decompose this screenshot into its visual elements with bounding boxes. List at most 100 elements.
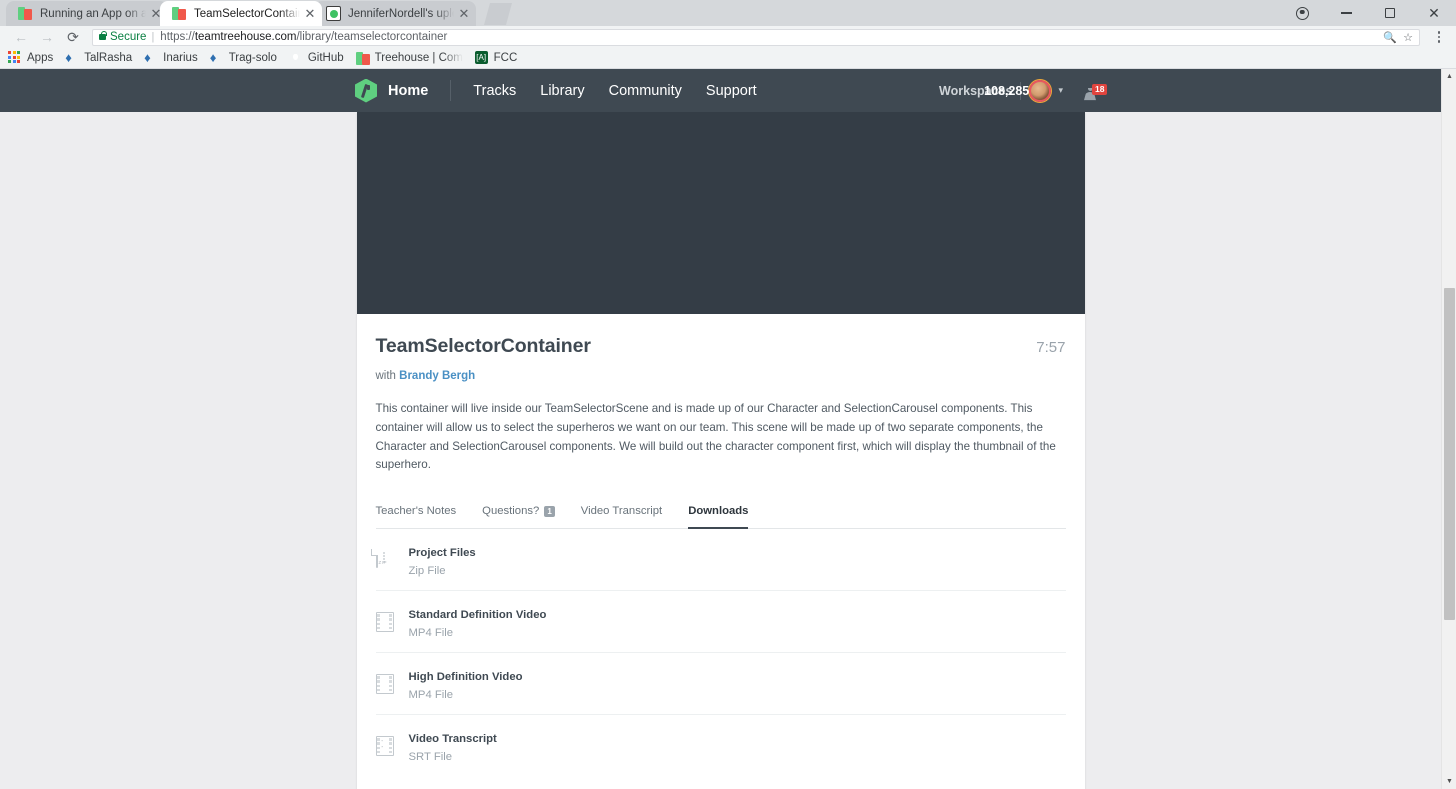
browser-menu-icon[interactable] bbox=[1430, 26, 1448, 48]
browser-tab-1[interactable]: TeamSelectorContainer | ✕ bbox=[160, 1, 322, 26]
list-item[interactable]: Standard Definition Video MP4 File bbox=[375, 591, 1066, 654]
omnibox-divider: | bbox=[151, 31, 155, 43]
url-domain: teamtreehouse.com bbox=[194, 31, 297, 43]
address-bar[interactable]: Secure | https://teamtreehouse.com/libra… bbox=[92, 28, 1420, 46]
title-row: TeamSelectorContainer 7:57 bbox=[376, 335, 1066, 358]
browser-tab-0[interactable]: Running an App on a De ✕ bbox=[6, 1, 168, 26]
youtube-favicon bbox=[326, 6, 341, 21]
page-scrollbar[interactable]: ▲ ▼ bbox=[1441, 69, 1456, 789]
bookmark-label: Trag-solo bbox=[228, 52, 277, 64]
url-path: /library/teamselectorcontainer bbox=[296, 31, 448, 43]
freecodecamp-icon: [A] bbox=[474, 51, 488, 64]
treehouse-favicon bbox=[18, 6, 33, 21]
notification-badge: 18 bbox=[1092, 83, 1108, 95]
maximize-button[interactable] bbox=[1368, 0, 1412, 26]
tab-title: Running an App on a De bbox=[40, 7, 146, 20]
bookmark-label: Inarius bbox=[163, 52, 198, 64]
content-tabs: Teacher's Notes Questions? 1 Video Trans… bbox=[375, 505, 1066, 530]
video-player[interactable] bbox=[356, 112, 1085, 314]
bookmark-star-icon[interactable]: ☆ bbox=[1403, 31, 1413, 44]
tab-label: Video Transcript bbox=[580, 505, 663, 518]
tab-teachers-notes[interactable]: Teacher's Notes bbox=[376, 505, 457, 528]
download-type: MP4 File bbox=[408, 689, 454, 702]
security-label: Secure bbox=[110, 31, 147, 43]
tab-downloads[interactable]: Downloads bbox=[688, 505, 749, 530]
close-window-button[interactable]: ✕ bbox=[1412, 0, 1456, 26]
url-text: https://teamtreehouse.com/library/teamse… bbox=[160, 31, 447, 43]
bookmark-label: TalRasha bbox=[84, 52, 133, 64]
profile-icon[interactable] bbox=[1280, 0, 1324, 26]
header-right-cluster: Workspaces 108,285 ▾ 18 bbox=[939, 79, 1441, 102]
browser-window: Running an App on a De ✕ TeamSelectorCon… bbox=[0, 0, 1456, 789]
back-icon[interactable]: ← bbox=[8, 26, 34, 48]
download-text: High Definition Video MP4 File bbox=[409, 667, 523, 701]
instructor-link[interactable]: Brandy Bergh bbox=[399, 370, 475, 382]
tab-questions[interactable]: Questions? 1 bbox=[482, 505, 555, 528]
scroll-down-arrow[interactable]: ▼ bbox=[1442, 774, 1456, 789]
tab-title: JenniferNordell's uploads bbox=[348, 7, 454, 20]
bookmark-trag-solo[interactable]: ♦ Trag-solo bbox=[210, 51, 277, 65]
list-item[interactable]: ZIP Project Files Zip File bbox=[375, 529, 1066, 592]
page-title: TeamSelectorContainer bbox=[375, 335, 591, 357]
treehouse-logo[interactable] bbox=[355, 78, 377, 103]
zip-file-icon: ZIP bbox=[375, 548, 395, 571]
scrollbar-thumb[interactable] bbox=[1444, 288, 1455, 620]
nav-item-home[interactable]: Home bbox=[388, 83, 428, 99]
browser-tab-2[interactable]: JenniferNordell's uploads ✕ bbox=[314, 1, 476, 26]
url-scheme: https:// bbox=[160, 31, 195, 43]
window-controls: ✕ bbox=[1280, 0, 1456, 26]
browser-toolbar: ← → ⟳ Secure | https://teamtreehouse.com… bbox=[0, 26, 1456, 48]
minimize-button[interactable] bbox=[1324, 0, 1368, 26]
bookmark-treehouse-community[interactable]: Treehouse | Commun bbox=[356, 51, 463, 65]
close-icon[interactable]: ✕ bbox=[456, 6, 472, 22]
card-body: TeamSelectorContainer 7:57 with Brandy B… bbox=[357, 314, 1085, 789]
diablo-icon: ♦ bbox=[209, 50, 217, 65]
list-item[interactable]: “” Video Transcript SRT File bbox=[375, 715, 1066, 776]
bookmarks-bar: Apps ♦ TalRasha ♦ Inarius ♦ Trag-solo Gi… bbox=[0, 48, 1456, 69]
tab-label: Downloads bbox=[688, 505, 749, 518]
bookmark-github[interactable]: GitHub bbox=[289, 51, 344, 65]
treehouse-favicon bbox=[356, 51, 370, 65]
tab-title: TeamSelectorContainer | bbox=[194, 7, 300, 20]
zoom-out-icon[interactable]: 🔍 bbox=[1383, 31, 1397, 44]
bookmark-label: Apps bbox=[27, 52, 54, 64]
lock-icon bbox=[99, 30, 107, 40]
download-name: Project Files bbox=[408, 547, 476, 560]
questions-count-badge: 1 bbox=[544, 505, 555, 517]
nav-item-library[interactable]: Library bbox=[540, 83, 584, 99]
new-tab-button[interactable] bbox=[484, 3, 512, 25]
bookmark-fcc[interactable]: [A] FCC bbox=[474, 51, 517, 65]
chevron-down-icon[interactable]: ▾ bbox=[1058, 85, 1063, 96]
bookmark-inarius[interactable]: ♦ Inarius bbox=[144, 51, 198, 65]
nav-item-community[interactable]: Community bbox=[609, 83, 682, 99]
nav-item-support[interactable]: Support bbox=[706, 83, 757, 99]
download-type: SRT File bbox=[408, 751, 453, 764]
bookmark-apps[interactable]: Apps bbox=[8, 51, 53, 65]
download-type: Zip File bbox=[408, 565, 446, 578]
tab-video-transcript[interactable]: Video Transcript bbox=[581, 505, 662, 528]
list-item[interactable]: High Definition Video MP4 File bbox=[375, 653, 1066, 716]
download-text: Project Files Zip File bbox=[409, 543, 476, 577]
browser-tab-strip: Running an App on a De ✕ TeamSelectorCon… bbox=[0, 0, 1456, 26]
downloads-list: ZIP Project Files Zip File Standard Defi… bbox=[375, 529, 1066, 789]
avatar[interactable] bbox=[1029, 79, 1052, 102]
download-text: Standard Definition Video MP4 File bbox=[409, 605, 547, 639]
reload-icon[interactable]: ⟳ bbox=[60, 26, 86, 48]
instructor-row: with Brandy Bergh bbox=[376, 370, 1066, 382]
close-icon[interactable]: ✕ bbox=[302, 6, 318, 22]
tab-label: Questions? bbox=[482, 505, 540, 518]
workspaces-points-group: Workspaces 108,285 bbox=[939, 81, 1029, 101]
apps-grid-icon bbox=[8, 51, 22, 65]
scrollbar-track[interactable] bbox=[1442, 69, 1456, 789]
nav-item-tracks[interactable]: Tracks bbox=[473, 83, 516, 99]
site-header: Home Tracks Library Community Support Wo… bbox=[0, 69, 1441, 112]
download-text: Video Transcript SRT File bbox=[409, 729, 497, 763]
video-duration: 7:57 bbox=[1036, 339, 1066, 356]
bookmark-talrasha[interactable]: ♦ TalRasha bbox=[65, 51, 132, 65]
film-icon bbox=[375, 611, 395, 633]
video-content-card: TeamSelectorContainer 7:57 with Brandy B… bbox=[356, 112, 1085, 789]
bookmark-label: GitHub bbox=[307, 52, 344, 64]
video-description: This container will live inside our Team… bbox=[375, 402, 1056, 472]
forward-icon[interactable]: → bbox=[34, 26, 60, 48]
tab-label: Teacher's Notes bbox=[375, 505, 457, 518]
